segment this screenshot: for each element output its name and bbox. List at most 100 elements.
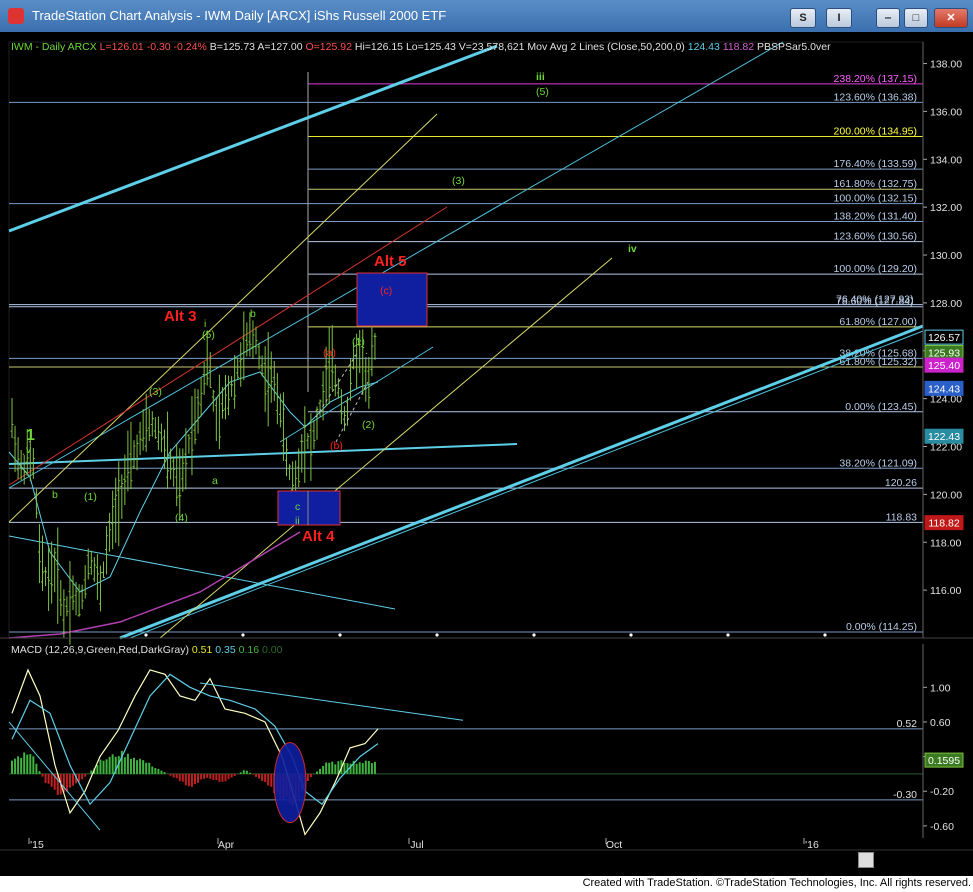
macd-header-field-1: 0.51	[189, 644, 213, 656]
macd-y-tick-label: -0.60	[930, 821, 954, 833]
wave-label: ii	[295, 515, 300, 527]
macd-header-field-0: MACD (12,26,9,Green,Red,DarkGray)	[11, 644, 189, 656]
fib-label: 176.40% (133.59)	[834, 158, 917, 170]
fib-label: 61.80% (125.32)	[839, 356, 917, 368]
x-tick-label: Oct	[606, 839, 622, 851]
window-title: TradeStation Chart Analysis - IWM Daily …	[32, 8, 447, 23]
chart-background	[0, 32, 973, 876]
price-header-field-10: V=23,578,621	[456, 41, 525, 53]
i-button[interactable]: I	[826, 8, 852, 28]
maximize-button[interactable]: □	[904, 8, 928, 28]
price-header-field-12: 124.43	[685, 41, 720, 53]
macd-y-tick-label: -0.20	[930, 786, 954, 798]
price-header-field-3: -0.30	[144, 41, 171, 53]
macd-header: MACD (12,26,9,Green,Red,DarkGray) 0.51 0…	[11, 644, 283, 656]
y-tick-label: 138.00	[930, 59, 962, 71]
macd-highlight-oval	[273, 742, 307, 824]
macd-level-label: 0.52	[897, 718, 918, 730]
y-tick-label: 120.00	[930, 489, 962, 501]
date-marker-dot	[338, 633, 342, 637]
fib-label: 161.80% (132.75)	[834, 178, 917, 190]
wave-label: (a)	[323, 347, 336, 359]
footer: Created with TradeStation. ©TradeStation…	[0, 876, 973, 892]
horizontal-scroll-thumb[interactable]	[858, 852, 874, 868]
window-titlebar: TradeStation Chart Analysis - IWM Daily …	[0, 0, 973, 32]
fib-label: 61.80% (127.00)	[839, 316, 917, 328]
close-button[interactable]: ✕	[934, 8, 968, 28]
y-tick-label: 118.00	[930, 537, 961, 549]
wave-label: Alt 4	[302, 528, 335, 545]
fib-label: 78.60% (127.84)	[836, 296, 914, 308]
alt5-target-box	[356, 272, 428, 327]
wave-label: (1)	[352, 336, 365, 348]
fib-label: 238.20% (137.15)	[834, 73, 917, 85]
y-tick-label: 134.00	[930, 154, 962, 166]
wave-label: (5)	[202, 329, 215, 341]
x-tick-label: Apr	[218, 839, 235, 851]
wave-label: (b)	[330, 440, 343, 452]
macd-level-label: -0.30	[893, 789, 917, 801]
fib-label: 200.00% (134.95)	[834, 126, 917, 138]
fib-label: 100.00% (132.15)	[834, 193, 917, 205]
alt4-target-box	[277, 490, 341, 526]
date-marker-dot	[532, 633, 536, 637]
date-marker-dot	[144, 633, 148, 637]
date-marker-dot	[726, 633, 730, 637]
wave-label: iv	[628, 243, 637, 255]
fib-label: 38.20% (121.09)	[839, 457, 917, 469]
price-header-field-9: Lo=125.43	[403, 41, 456, 53]
fib-label: 138.20% (131.40)	[834, 211, 917, 223]
price-badge-text: 124.43	[928, 383, 960, 395]
price-header-field-14: PBSPSar5.0ver	[754, 41, 831, 53]
price-badge-text: 126.57	[928, 332, 960, 344]
y-tick-label: 116.00	[930, 585, 961, 597]
price-badge-text: 125.40	[928, 360, 960, 372]
x-tick-label: Jul	[410, 839, 423, 851]
price-header: IWM - Daily ARCX L=126.01 -0.30 -0.24% B…	[11, 41, 831, 53]
price-header-field-6: A=127.00	[255, 41, 303, 53]
wave-label: v	[26, 444, 32, 456]
price-header-field-7: O=125.92	[303, 41, 352, 53]
price-header-field-0: IWM - Daily	[11, 41, 66, 53]
wave-label: (4)	[175, 512, 188, 524]
tradestation-app-icon	[8, 8, 24, 24]
wave-label: (3)	[452, 175, 465, 187]
fib-label: 120.26	[885, 477, 917, 489]
minimize-button[interactable]: ‒	[876, 8, 900, 28]
wave-label: Alt 5	[374, 253, 407, 270]
s-button[interactable]: S	[790, 8, 816, 28]
wave-label: i	[204, 318, 206, 330]
date-marker-dot	[629, 633, 633, 637]
price-header-field-1: ARCX	[65, 41, 97, 53]
wave-label: iii	[536, 71, 545, 83]
wave-label: a	[212, 475, 218, 487]
x-tick-label: '16	[805, 839, 819, 851]
wave-label: (3)	[149, 386, 162, 398]
price-header-field-5: B=125.73	[207, 41, 255, 53]
fib-label: 118.83	[886, 511, 917, 523]
fib-label: 123.60% (136.38)	[834, 91, 917, 103]
price-header-field-11: Mov Avg 2 Lines (Close,50,200,0)	[524, 41, 684, 53]
date-marker-dot	[435, 633, 439, 637]
price-header-field-8: Hi=126.15	[352, 41, 403, 53]
macd-header-field-3: 0.16	[236, 644, 260, 656]
price-badge-text: 122.43	[928, 431, 960, 443]
price-badge-text: 118.82	[928, 518, 959, 530]
y-tick-label: 136.00	[930, 106, 962, 118]
price-header-field-13: 118.82	[720, 41, 754, 53]
wave-label: 1	[26, 427, 35, 444]
wave-label: (1)	[84, 491, 97, 503]
macd-header-field-4: 0.00	[259, 644, 283, 656]
wave-label: (2)	[362, 419, 375, 431]
price-chart[interactable]: 238.20% (137.15) 123.60% (136.38) 200.00% …	[0, 32, 973, 876]
price-header-field-4: -0.24%	[171, 41, 207, 53]
fib-label: 100.00% (129.20)	[834, 263, 917, 275]
fib-label: 0.00% (114.25)	[846, 621, 917, 633]
y-tick-label: 130.00	[930, 250, 962, 262]
wave-label: (5)	[536, 86, 549, 98]
wave-label: c	[295, 501, 300, 513]
price-header-field-2: L=126.01	[97, 41, 144, 53]
wave-label: (c)	[380, 285, 392, 297]
wave-label: Alt 3	[164, 308, 197, 325]
wave-label: b	[52, 489, 58, 501]
